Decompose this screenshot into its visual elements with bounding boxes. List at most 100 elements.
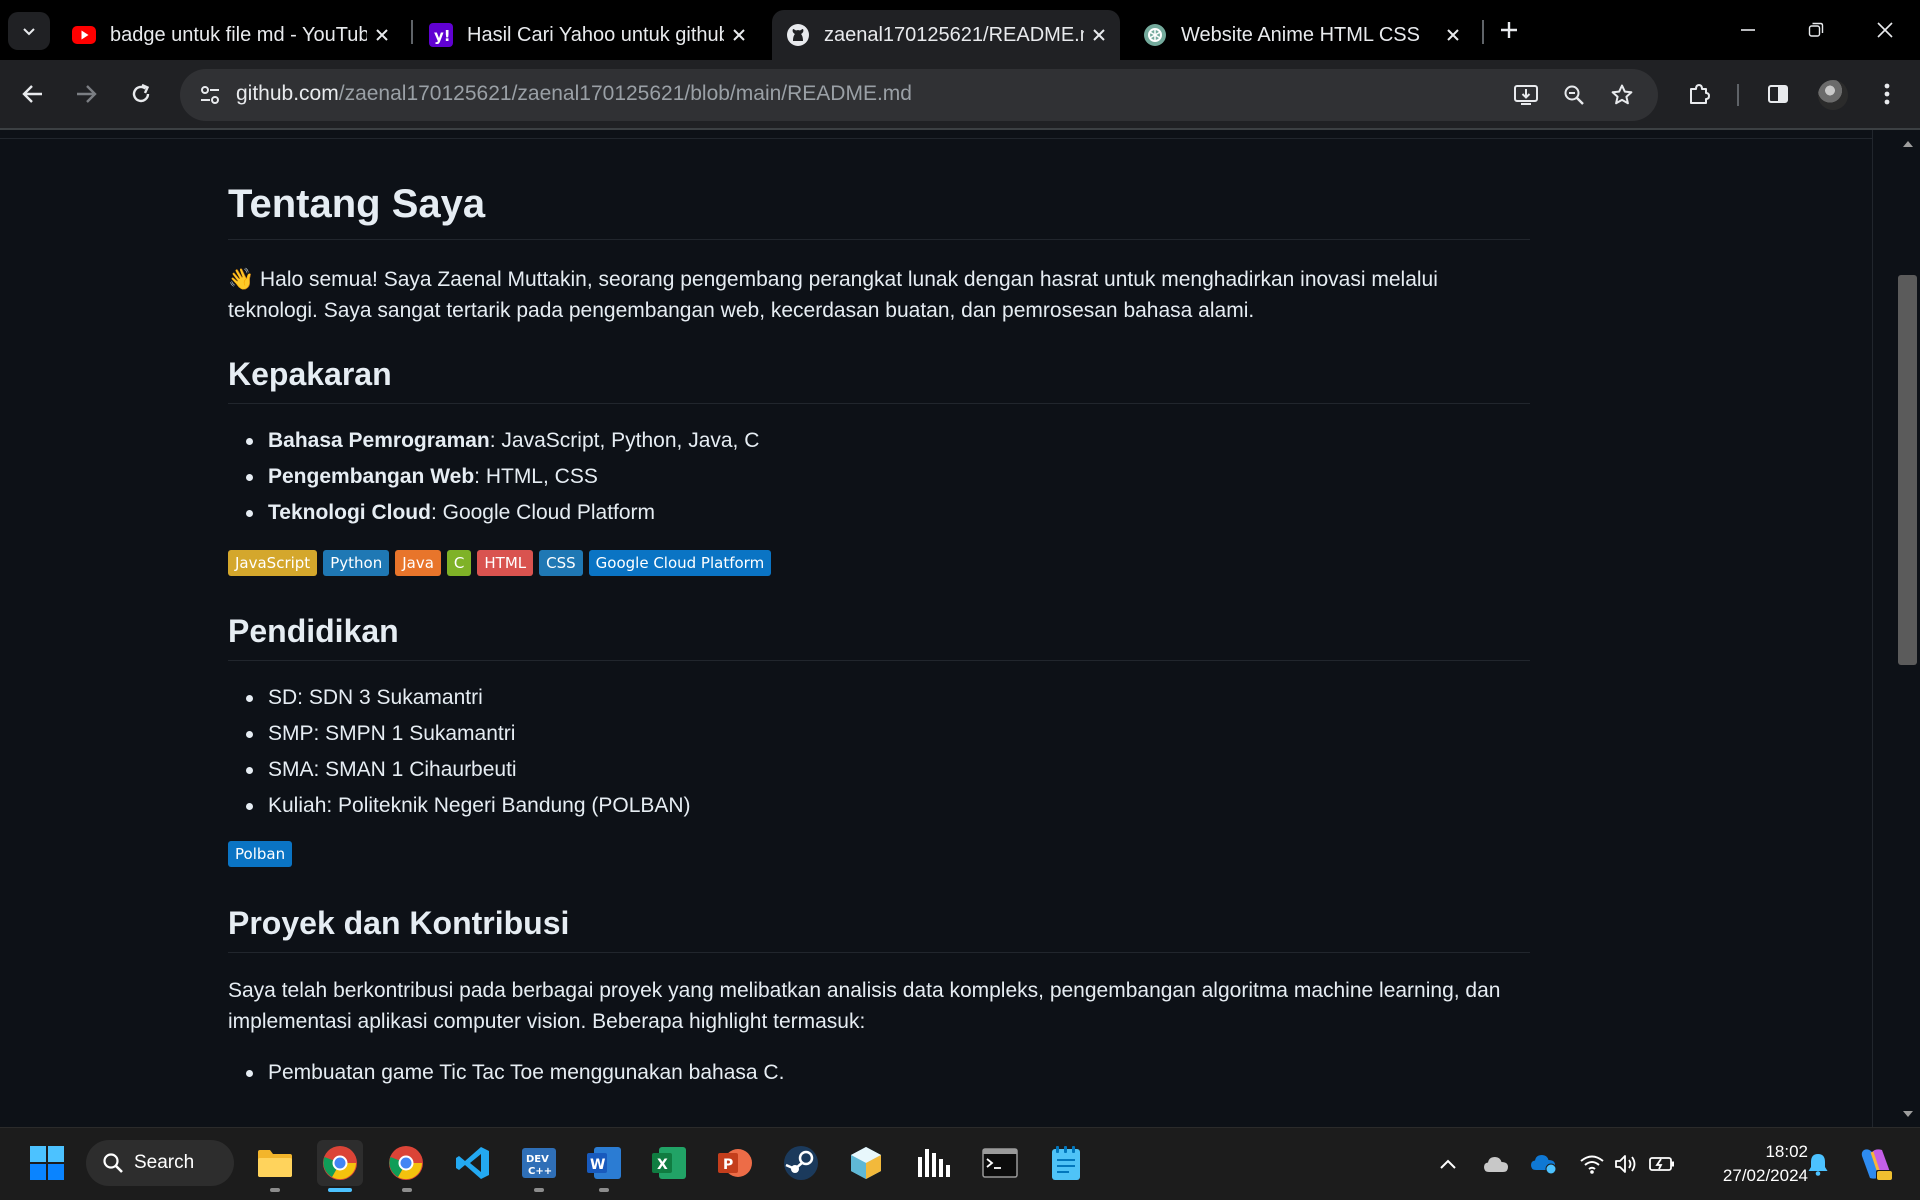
site-info-button[interactable] — [192, 77, 228, 113]
badge-javascript[interactable]: JavaScript — [228, 550, 318, 576]
svg-text:W: W — [590, 1157, 605, 1173]
tab-title: Website Anime HTML CSS — [1181, 23, 1420, 46]
file-explorer-app[interactable] — [252, 1140, 298, 1186]
chrome-icon — [389, 1146, 423, 1180]
badge-java[interactable]: Java — [395, 550, 441, 576]
terminal-app[interactable] — [977, 1140, 1023, 1186]
show-hidden-icons-button[interactable] — [1434, 1150, 1462, 1178]
onedrive-tray[interactable] — [1482, 1150, 1510, 1178]
badge-c[interactable]: C — [446, 550, 472, 576]
tab-youtube[interactable]: badge untuk file md - YouTube — [58, 10, 403, 60]
copilot-button[interactable] — [1856, 1144, 1896, 1184]
steam-app[interactable] — [778, 1140, 824, 1186]
close-tab-icon[interactable] — [1438, 20, 1468, 50]
list-item: Pengembangan Web: HTML, CSS — [245, 459, 759, 495]
notifications-button[interactable] — [1804, 1150, 1832, 1178]
audio-app[interactable] — [910, 1140, 956, 1186]
tab-yahoo[interactable]: y! Hasil Cari Yahoo untuk github — [415, 10, 760, 60]
scroll-up-icon[interactable] — [1900, 136, 1915, 151]
close-tab-icon[interactable] — [1084, 20, 1114, 50]
battery-tray[interactable] — [1648, 1150, 1676, 1178]
equalizer-icon — [918, 1149, 950, 1177]
running-indicator — [402, 1188, 412, 1192]
tab-title: Hasil Cari Yahoo untuk github — [467, 23, 724, 46]
onedrive-business-tray[interactable] — [1530, 1150, 1558, 1178]
badge-python[interactable]: Python — [323, 550, 390, 576]
list-item: Pembuatan game Tic Tac Toe menggunakan b… — [245, 1055, 784, 1091]
volume-tray[interactable] — [1612, 1150, 1640, 1178]
cloud-icon — [1484, 1157, 1508, 1172]
bell-icon — [1808, 1154, 1828, 1176]
tab-search-button[interactable] — [8, 12, 50, 50]
devcpp-icon: DEVC++ — [522, 1148, 556, 1178]
close-window-button[interactable] — [1855, 10, 1915, 50]
tab-website-anime[interactable]: Website Anime HTML CSS — [1129, 10, 1474, 60]
chrome-app-active[interactable] — [317, 1140, 363, 1186]
chatgpt-icon — [1143, 23, 1167, 47]
wifi-tray[interactable] — [1578, 1150, 1606, 1178]
list-item: Kuliah: Politeknik Negeri Bandung (POLBA… — [246, 788, 691, 824]
netbeans-app[interactable] — [843, 1140, 889, 1186]
excel-app[interactable]: X — [646, 1140, 692, 1186]
browser-menu-button[interactable] — [1867, 74, 1907, 114]
vscode-app[interactable] — [450, 1140, 496, 1186]
expertise-list: Bahasa Pemrograman: JavaScript, Python, … — [245, 423, 759, 531]
reload-button[interactable] — [121, 74, 161, 114]
chrome-profile-app[interactable] — [383, 1140, 429, 1186]
about-heading: Tentang Saya — [228, 182, 1530, 240]
system-clock[interactable]: 18:02 27/02/2024 — [1688, 1140, 1808, 1188]
scrollbar-thumb[interactable] — [1898, 275, 1917, 665]
tab-strip: badge untuk file md - YouTube y! Hasil C… — [0, 0, 1920, 60]
notepad-app[interactable] — [1043, 1140, 1089, 1186]
restore-button[interactable] — [1786, 10, 1846, 50]
forward-button[interactable] — [66, 74, 106, 114]
content-border — [1872, 130, 1873, 1127]
zoom-button[interactable] — [1556, 77, 1592, 113]
battery-charging-icon — [1649, 1157, 1674, 1171]
install-app-button[interactable] — [1508, 77, 1544, 113]
badge-polban[interactable]: Polban — [228, 841, 293, 867]
about-text: 👋 Halo semua! Saya Zaenal Muttakin, seor… — [228, 268, 1438, 322]
scroll-down-icon[interactable] — [1900, 1106, 1915, 1121]
notepad-icon — [1052, 1146, 1080, 1180]
tab-github-readme[interactable]: zaenal170125621/README.md — [772, 10, 1120, 60]
powerpoint-app[interactable]: P — [712, 1140, 758, 1186]
side-panel-button[interactable] — [1758, 74, 1798, 114]
browser-toolbar: github.com/zaenal170125621/zaenal1701256… — [0, 60, 1920, 130]
list-item: Bahasa Pemrograman: JavaScript, Python, … — [245, 423, 759, 459]
word-app[interactable]: W — [581, 1140, 627, 1186]
badge-google-cloud[interactable]: Google Cloud Platform — [588, 550, 772, 576]
tab-title: zaenal170125621/README.md — [824, 23, 1084, 46]
close-icon — [1877, 22, 1893, 38]
badge-css[interactable]: CSS — [539, 550, 583, 576]
address-bar[interactable]: github.com/zaenal170125621/zaenal1701256… — [180, 69, 1658, 121]
powerpoint-icon: P — [718, 1149, 752, 1177]
close-tab-icon[interactable] — [724, 20, 754, 50]
close-tab-icon[interactable] — [367, 20, 397, 50]
devcpp-app[interactable]: DEV C++ — [516, 1140, 562, 1186]
expertise-heading: Kepakaran — [228, 356, 1530, 404]
running-indicator — [599, 1188, 609, 1192]
tune-icon — [201, 86, 219, 104]
page-scrollbar[interactable] — [1895, 130, 1920, 1127]
bookmark-button[interactable] — [1604, 77, 1640, 113]
excel-icon: X — [652, 1147, 686, 1179]
minimize-button[interactable] — [1718, 10, 1778, 50]
new-tab-button[interactable] — [1493, 14, 1525, 46]
active-indicator — [328, 1188, 352, 1192]
extensions-button[interactable] — [1679, 74, 1719, 114]
arrow-left-icon — [22, 85, 42, 103]
profile-avatar[interactable] — [1818, 80, 1848, 110]
list-item: SMP: SMPN 1 Sukamantri — [246, 716, 691, 752]
running-indicator — [270, 1188, 280, 1192]
tab-separator — [1482, 20, 1484, 44]
page-content: Tentang Saya 👋 Halo semua! Saya Zaenal M… — [0, 130, 1920, 1127]
url-path: /zaenal170125621/zaenal170125621/blob/ma… — [338, 82, 912, 105]
more-vertical-icon — [1884, 83, 1890, 105]
back-button[interactable] — [13, 74, 53, 114]
yahoo-icon: y! — [429, 23, 453, 47]
start-button[interactable] — [24, 1140, 70, 1186]
badge-html[interactable]: HTML — [477, 550, 534, 576]
taskbar-search[interactable]: Search — [86, 1140, 234, 1186]
github-icon — [786, 23, 810, 47]
